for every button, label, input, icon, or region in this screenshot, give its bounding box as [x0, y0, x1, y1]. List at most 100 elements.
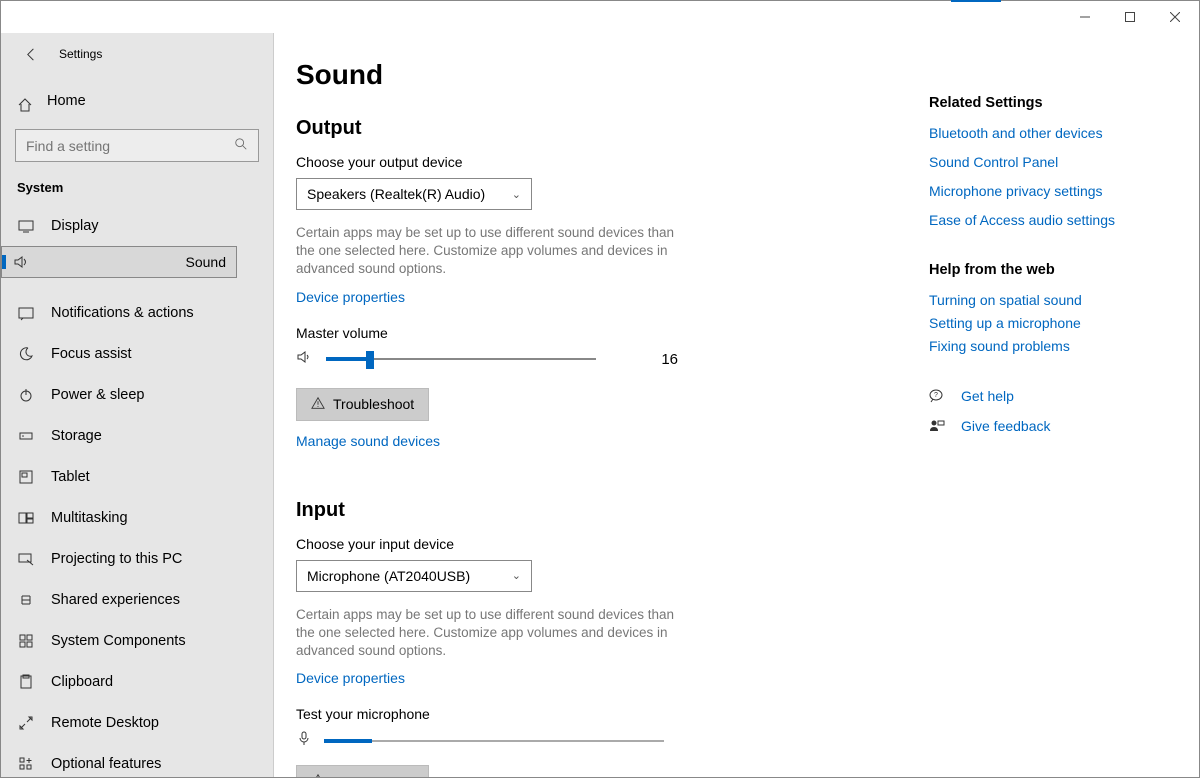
sidebar-item-label: Storage	[51, 428, 102, 444]
input-troubleshoot-button[interactable]: Troubleshoot	[296, 765, 429, 777]
shared-icon	[17, 592, 35, 608]
output-heading: Output	[296, 117, 889, 140]
moon-icon	[17, 346, 35, 362]
sidebar-item-label: Focus assist	[51, 346, 132, 362]
input-choose-label: Choose your input device	[296, 536, 889, 552]
remote-icon	[17, 715, 35, 731]
microphone-icon	[296, 730, 312, 751]
right-pane: Related Settings Bluetooth and other dev…	[919, 33, 1199, 777]
related-link[interactable]: Sound Control Panel	[929, 154, 1179, 170]
mic-level-fill	[324, 739, 372, 743]
output-troubleshoot-button[interactable]: Troubleshoot	[296, 388, 429, 421]
home-icon	[17, 97, 33, 113]
settings-window: Settings Home System Display	[0, 0, 1200, 778]
minimize-button[interactable]	[1062, 2, 1107, 32]
sidebar-home[interactable]: Home	[1, 79, 273, 129]
plus-grid-icon	[17, 756, 35, 772]
main-content: Sound Output Choose your output device S…	[274, 33, 919, 777]
slider-thumb[interactable]	[366, 351, 374, 369]
web-help-link[interactable]: Setting up a microphone	[929, 315, 1179, 331]
display-icon	[17, 218, 35, 234]
related-link[interactable]: Ease of Access audio settings	[929, 212, 1179, 228]
web-help-link[interactable]: Fixing sound problems	[929, 338, 1179, 354]
give-feedback-label: Give feedback	[961, 418, 1051, 434]
sidebar-item-components[interactable]: System Components	[1, 620, 273, 661]
help-icon: ?	[929, 388, 947, 404]
page-title: Sound	[296, 59, 889, 91]
sidebar-item-label: Remote Desktop	[51, 715, 159, 731]
output-device-value: Speakers (Realtek(R) Audio)	[307, 186, 485, 202]
input-note: Certain apps may be set up to use differ…	[296, 606, 686, 661]
input-section: Input Choose your input device Microphon…	[296, 499, 889, 777]
mic-level-meter	[324, 740, 664, 742]
sidebar-item-label: Display	[51, 218, 99, 234]
multitasking-icon	[17, 510, 35, 526]
sidebar-section-header: System	[1, 180, 273, 205]
input-device-properties-link[interactable]: Device properties	[296, 670, 405, 686]
components-icon	[17, 633, 35, 649]
input-device-select[interactable]: Microphone (AT2040USB) ⌄	[296, 560, 532, 592]
sidebar-item-label: System Components	[51, 633, 186, 649]
sidebar-item-label: Multitasking	[51, 510, 128, 526]
sidebar-nav[interactable]: Display Sound Notifications & actions Fo…	[1, 205, 273, 777]
sidebar-item-clipboard[interactable]: Clipboard	[1, 661, 273, 702]
sidebar-item-multitasking[interactable]: Multitasking	[1, 497, 273, 538]
sidebar-item-label: Optional features	[51, 756, 161, 772]
input-heading: Input	[296, 499, 889, 522]
sidebar-item-optional[interactable]: Optional features	[1, 743, 273, 777]
master-volume-label: Master volume	[296, 325, 889, 341]
sidebar-item-display[interactable]: Display	[1, 205, 273, 246]
close-button[interactable]	[1152, 2, 1197, 32]
output-note: Certain apps may be set up to use differ…	[296, 224, 686, 279]
master-volume-slider[interactable]	[326, 358, 596, 360]
output-device-select[interactable]: Speakers (Realtek(R) Audio) ⌄	[296, 178, 532, 210]
search-box[interactable]	[15, 129, 259, 162]
sidebar-item-notifications[interactable]: Notifications & actions	[1, 292, 273, 333]
sound-icon	[12, 254, 30, 270]
sidebar-item-sound[interactable]: Sound	[1, 246, 237, 278]
svg-text:?: ?	[934, 392, 938, 399]
sidebar-item-label: Sound	[186, 254, 226, 270]
sidebar-item-remote[interactable]: Remote Desktop	[1, 702, 273, 743]
storage-icon	[17, 428, 35, 444]
warning-icon	[311, 773, 325, 777]
help-web-header: Help from the web	[929, 262, 1179, 278]
sidebar-item-power[interactable]: Power & sleep	[1, 374, 273, 415]
sidebar-item-focus-assist[interactable]: Focus assist	[1, 333, 273, 374]
output-manage-link[interactable]: Manage sound devices	[296, 433, 440, 449]
feedback-icon	[929, 418, 947, 434]
sidebar-item-tablet[interactable]: Tablet	[1, 456, 273, 497]
sidebar-home-label: Home	[47, 93, 86, 109]
sidebar-item-shared[interactable]: Shared experiences	[1, 579, 273, 620]
maximize-button[interactable]	[1107, 2, 1152, 32]
output-device-properties-link[interactable]: Device properties	[296, 289, 405, 305]
output-choose-label: Choose your output device	[296, 154, 889, 170]
related-link[interactable]: Bluetooth and other devices	[929, 125, 1179, 141]
get-help-link[interactable]: ? Get help	[929, 388, 1179, 404]
test-mic-label: Test your microphone	[296, 706, 889, 722]
sidebar-item-projecting[interactable]: Projecting to this PC	[1, 538, 273, 579]
sidebar-item-label: Projecting to this PC	[51, 551, 182, 567]
get-help-label: Get help	[961, 388, 1014, 404]
chevron-down-icon: ⌄	[512, 569, 521, 582]
web-help-link[interactable]: Turning on spatial sound	[929, 292, 1179, 308]
slider-fill	[326, 357, 369, 361]
related-settings-header: Related Settings	[929, 95, 1179, 111]
troubleshoot-label: Troubleshoot	[333, 774, 414, 777]
back-button[interactable]	[21, 44, 41, 64]
sidebar-item-storage[interactable]: Storage	[1, 415, 273, 456]
sidebar-item-label: Shared experiences	[51, 592, 180, 608]
tablet-icon	[17, 469, 35, 485]
input-device-value: Microphone (AT2040USB)	[307, 568, 470, 584]
speaker-icon	[296, 349, 312, 370]
notifications-icon	[17, 305, 35, 321]
projecting-icon	[17, 551, 35, 567]
give-feedback-link[interactable]: Give feedback	[929, 418, 1179, 434]
sidebar-item-label: Tablet	[51, 469, 90, 485]
search-input[interactable]	[26, 138, 206, 154]
related-link[interactable]: Microphone privacy settings	[929, 183, 1179, 199]
output-section: Output Choose your output device Speaker…	[296, 117, 889, 469]
master-volume-value: 16	[648, 351, 678, 368]
sidebar-item-label: Notifications & actions	[51, 305, 194, 321]
power-icon	[17, 387, 35, 403]
